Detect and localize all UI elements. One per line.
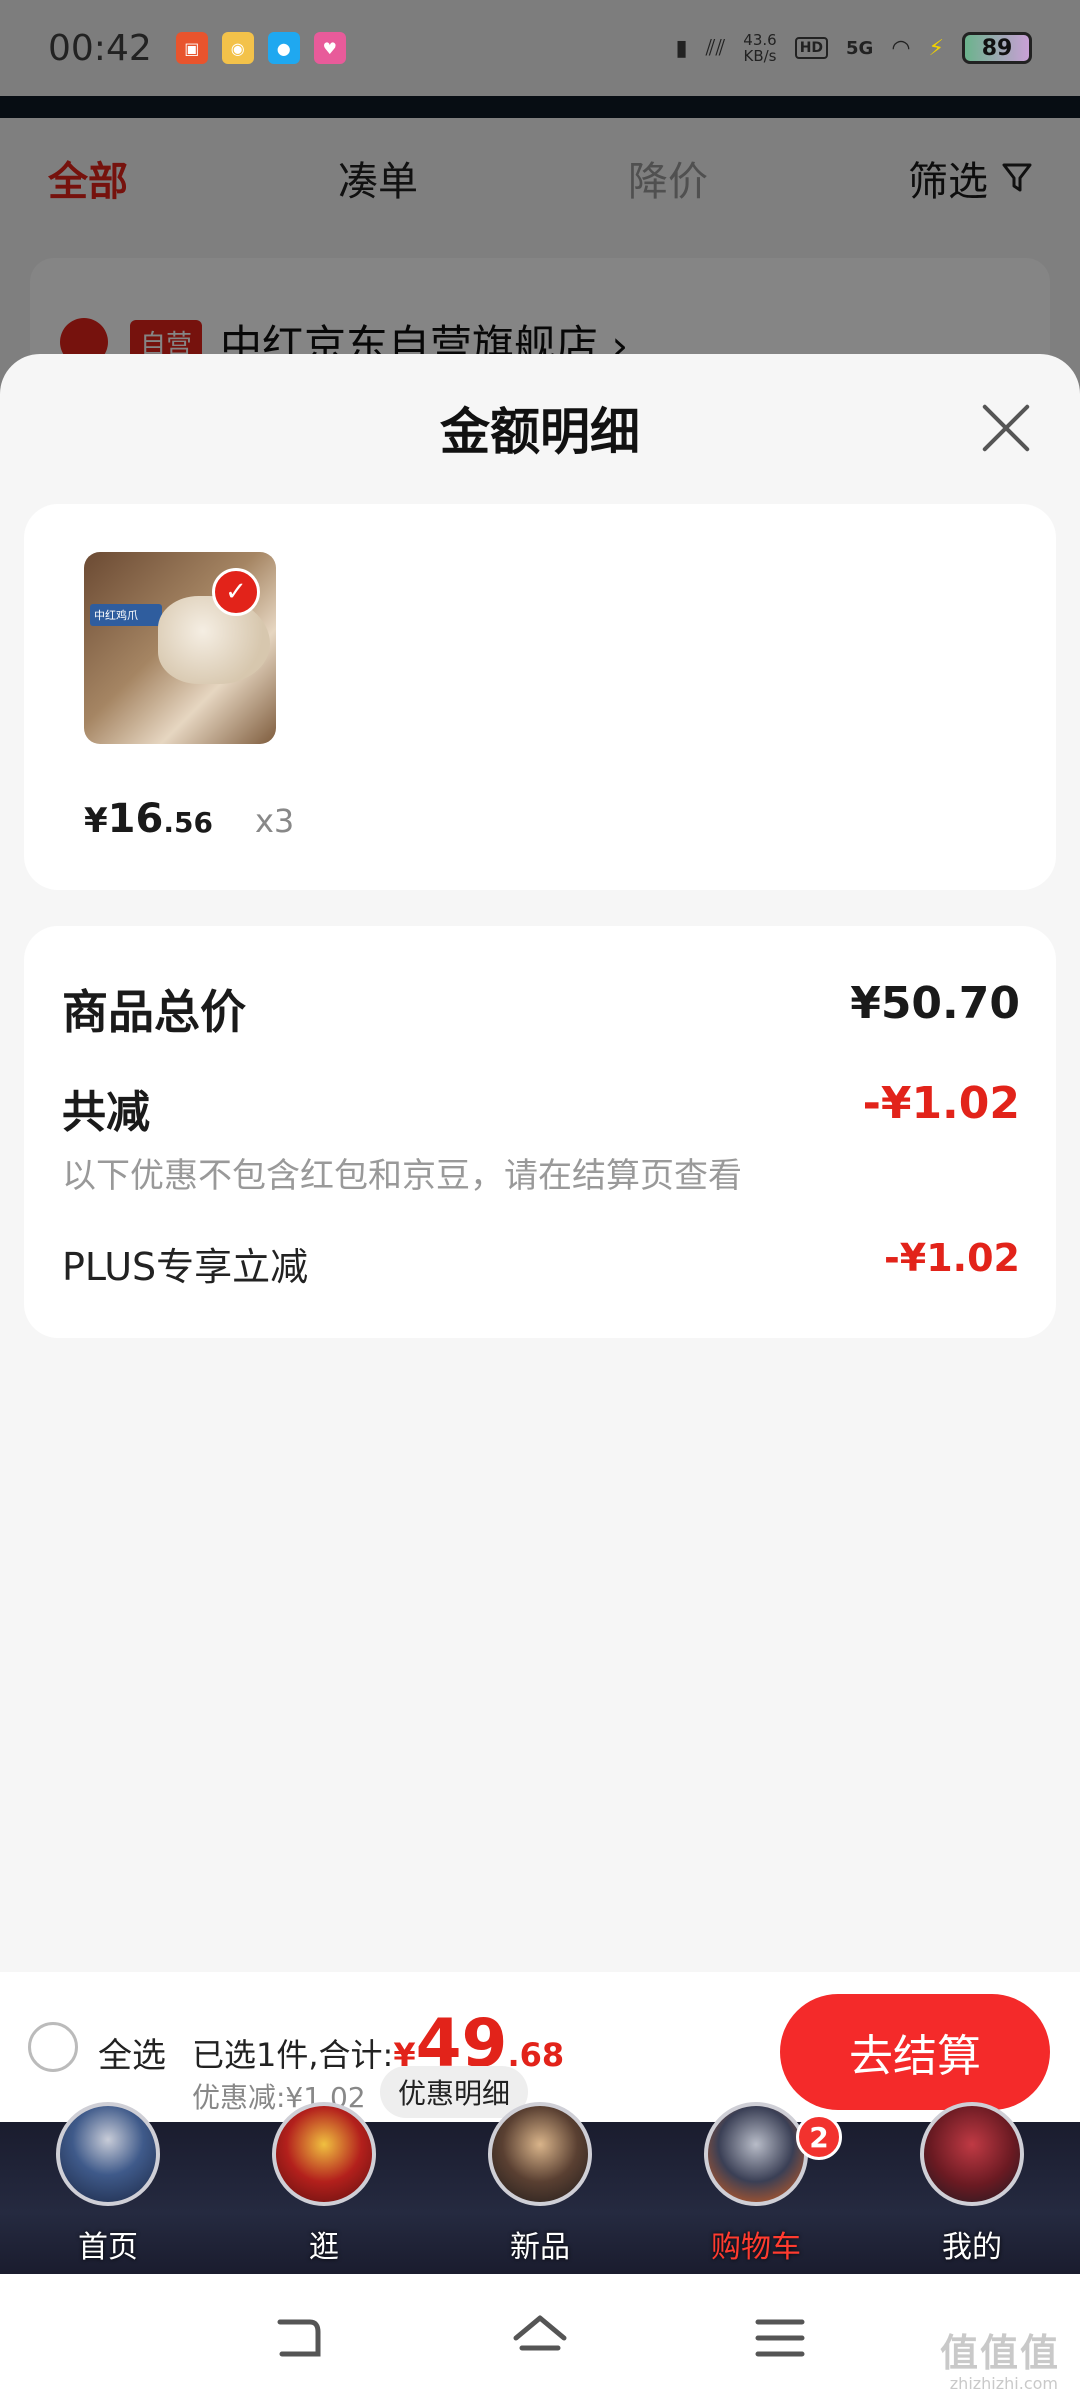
app-notification-icon: ◉ — [221, 32, 254, 64]
discount-detail-button[interactable]: 优惠明细 — [380, 2066, 529, 2118]
system-navigation-bar — [0, 2274, 1080, 2400]
watermark: 值值值 — [939, 2331, 1060, 2375]
captain-avatar-icon — [56, 2102, 160, 2206]
product-image-label: 中红鸡爪 — [90, 604, 162, 626]
status-indicators: ▮ ⫽⫽ 43.6 KB/s HD 5G ◠ ⚡ 89 — [676, 32, 1032, 64]
product-thumbnail[interactable]: 中红鸡爪 ✓ — [84, 552, 276, 744]
wifi-icon: ◠ — [891, 35, 911, 61]
selected-prefix: 已选1件,合计: — [192, 2036, 394, 2074]
tab-home[interactable]: 首页 — [0, 2102, 216, 2274]
status-time: 00:42 — [48, 27, 152, 69]
total-decimal: .68 — [507, 2036, 565, 2074]
notification-icons: ▣ ◉ ● ♥ — [175, 32, 346, 64]
ironman-avatar-icon — [272, 2102, 376, 2206]
back-icon[interactable] — [270, 2308, 330, 2368]
tab-label: 我的 — [942, 2230, 1002, 2265]
total-reduction-value: -¥1.02 — [862, 1078, 1020, 1129]
cellular-5g-icon: 5G — [846, 37, 874, 59]
antman-avatar-icon — [920, 2102, 1024, 2206]
tab-label: 逛 — [309, 2230, 339, 2265]
amount-detail-sheet: 金额明细 中红鸡爪 ✓ ¥ 16 .56 x3 商品总价 ¥50.70 共减 -… — [0, 354, 1080, 2122]
tab-label: 新品 — [510, 2230, 570, 2265]
total-integer: 49 — [415, 2005, 508, 2082]
checkout-bar: 全选 已选1件,合计: ¥ 49 .68 优惠减:¥1.02 优惠明细 去结算 — [0, 1972, 1080, 2122]
cart-count-badge: 2 — [796, 2114, 842, 2160]
battery-icon: 89 — [962, 32, 1032, 64]
checkmark-icon: ✓ — [212, 568, 260, 616]
product-quantity: x3 — [254, 802, 295, 840]
tab-mine[interactable]: 我的 — [864, 2102, 1080, 2274]
menu-icon[interactable] — [750, 2308, 810, 2368]
sheet-title: 金额明细 — [440, 403, 640, 461]
price-integer: 16 — [107, 796, 164, 842]
status-bar: 00:42 ▣ ◉ ● ♥ ▮ ⫽⫽ 43.6 KB/s HD 5G ◠ ⚡ 8… — [0, 0, 1080, 96]
price-currency: ¥ — [84, 801, 108, 841]
signal-strength-icon: ⫽⫽ — [705, 35, 726, 61]
checkout-button[interactable]: 去结算 — [780, 1994, 1050, 2110]
tab-label: 购物车 — [711, 2230, 801, 2265]
qq-icon: ● — [267, 32, 300, 64]
product-card: 中红鸡爪 ✓ ¥ 16 .56 x3 — [24, 504, 1056, 890]
price-summary-card: 商品总价 ¥50.70 共减 -¥1.02 以下优惠不包含红包和京豆，请在结算页… — [24, 926, 1056, 1338]
tab-new-products[interactable]: 新品 — [432, 2102, 648, 2274]
price-decimal: .56 — [163, 806, 213, 839]
thor-avatar-icon — [488, 2102, 592, 2206]
bottom-tab-bar: 首页 逛 新品 2 购物车 我的 — [0, 2102, 1080, 2274]
hd-icon: HD — [794, 37, 829, 59]
plus-discount-label: PLUS专享立减 — [62, 1245, 309, 1289]
vibrate-icon: ▮ — [675, 35, 688, 61]
charging-icon: ⚡ — [928, 35, 944, 61]
network-speed-unit: KB/s — [743, 47, 777, 65]
tab-cart[interactable]: 2 购物车 — [648, 2102, 864, 2274]
select-all-label[interactable]: 全选 — [98, 2028, 166, 2077]
total-reduction-label: 共减 — [62, 1087, 150, 1138]
app-notification-icon: ▣ — [175, 32, 208, 64]
warmachine-avatar-icon — [704, 2102, 808, 2206]
close-icon[interactable] — [980, 402, 1032, 454]
discount-note: 以下优惠不包含红包和京豆，请在结算页查看 — [62, 1156, 742, 1196]
select-all-checkbox[interactable] — [28, 2022, 78, 2072]
tab-browse[interactable]: 逛 — [216, 2102, 432, 2274]
product-image-content — [158, 596, 270, 684]
home-icon[interactable] — [510, 2308, 570, 2368]
plus-discount-value: -¥1.02 — [884, 1236, 1020, 1280]
network-speed: 43.6 KB/s — [743, 32, 776, 64]
total-price-value: ¥50.70 — [850, 978, 1020, 1029]
watermark-url: zhizhizhi.com — [949, 2374, 1058, 2393]
tab-label: 首页 — [78, 2230, 138, 2265]
total-price-label: 商品总价 — [62, 985, 246, 1039]
product-price: ¥ 16 .56 x3 — [84, 796, 294, 842]
app-notification-icon: ♥ — [313, 32, 346, 64]
